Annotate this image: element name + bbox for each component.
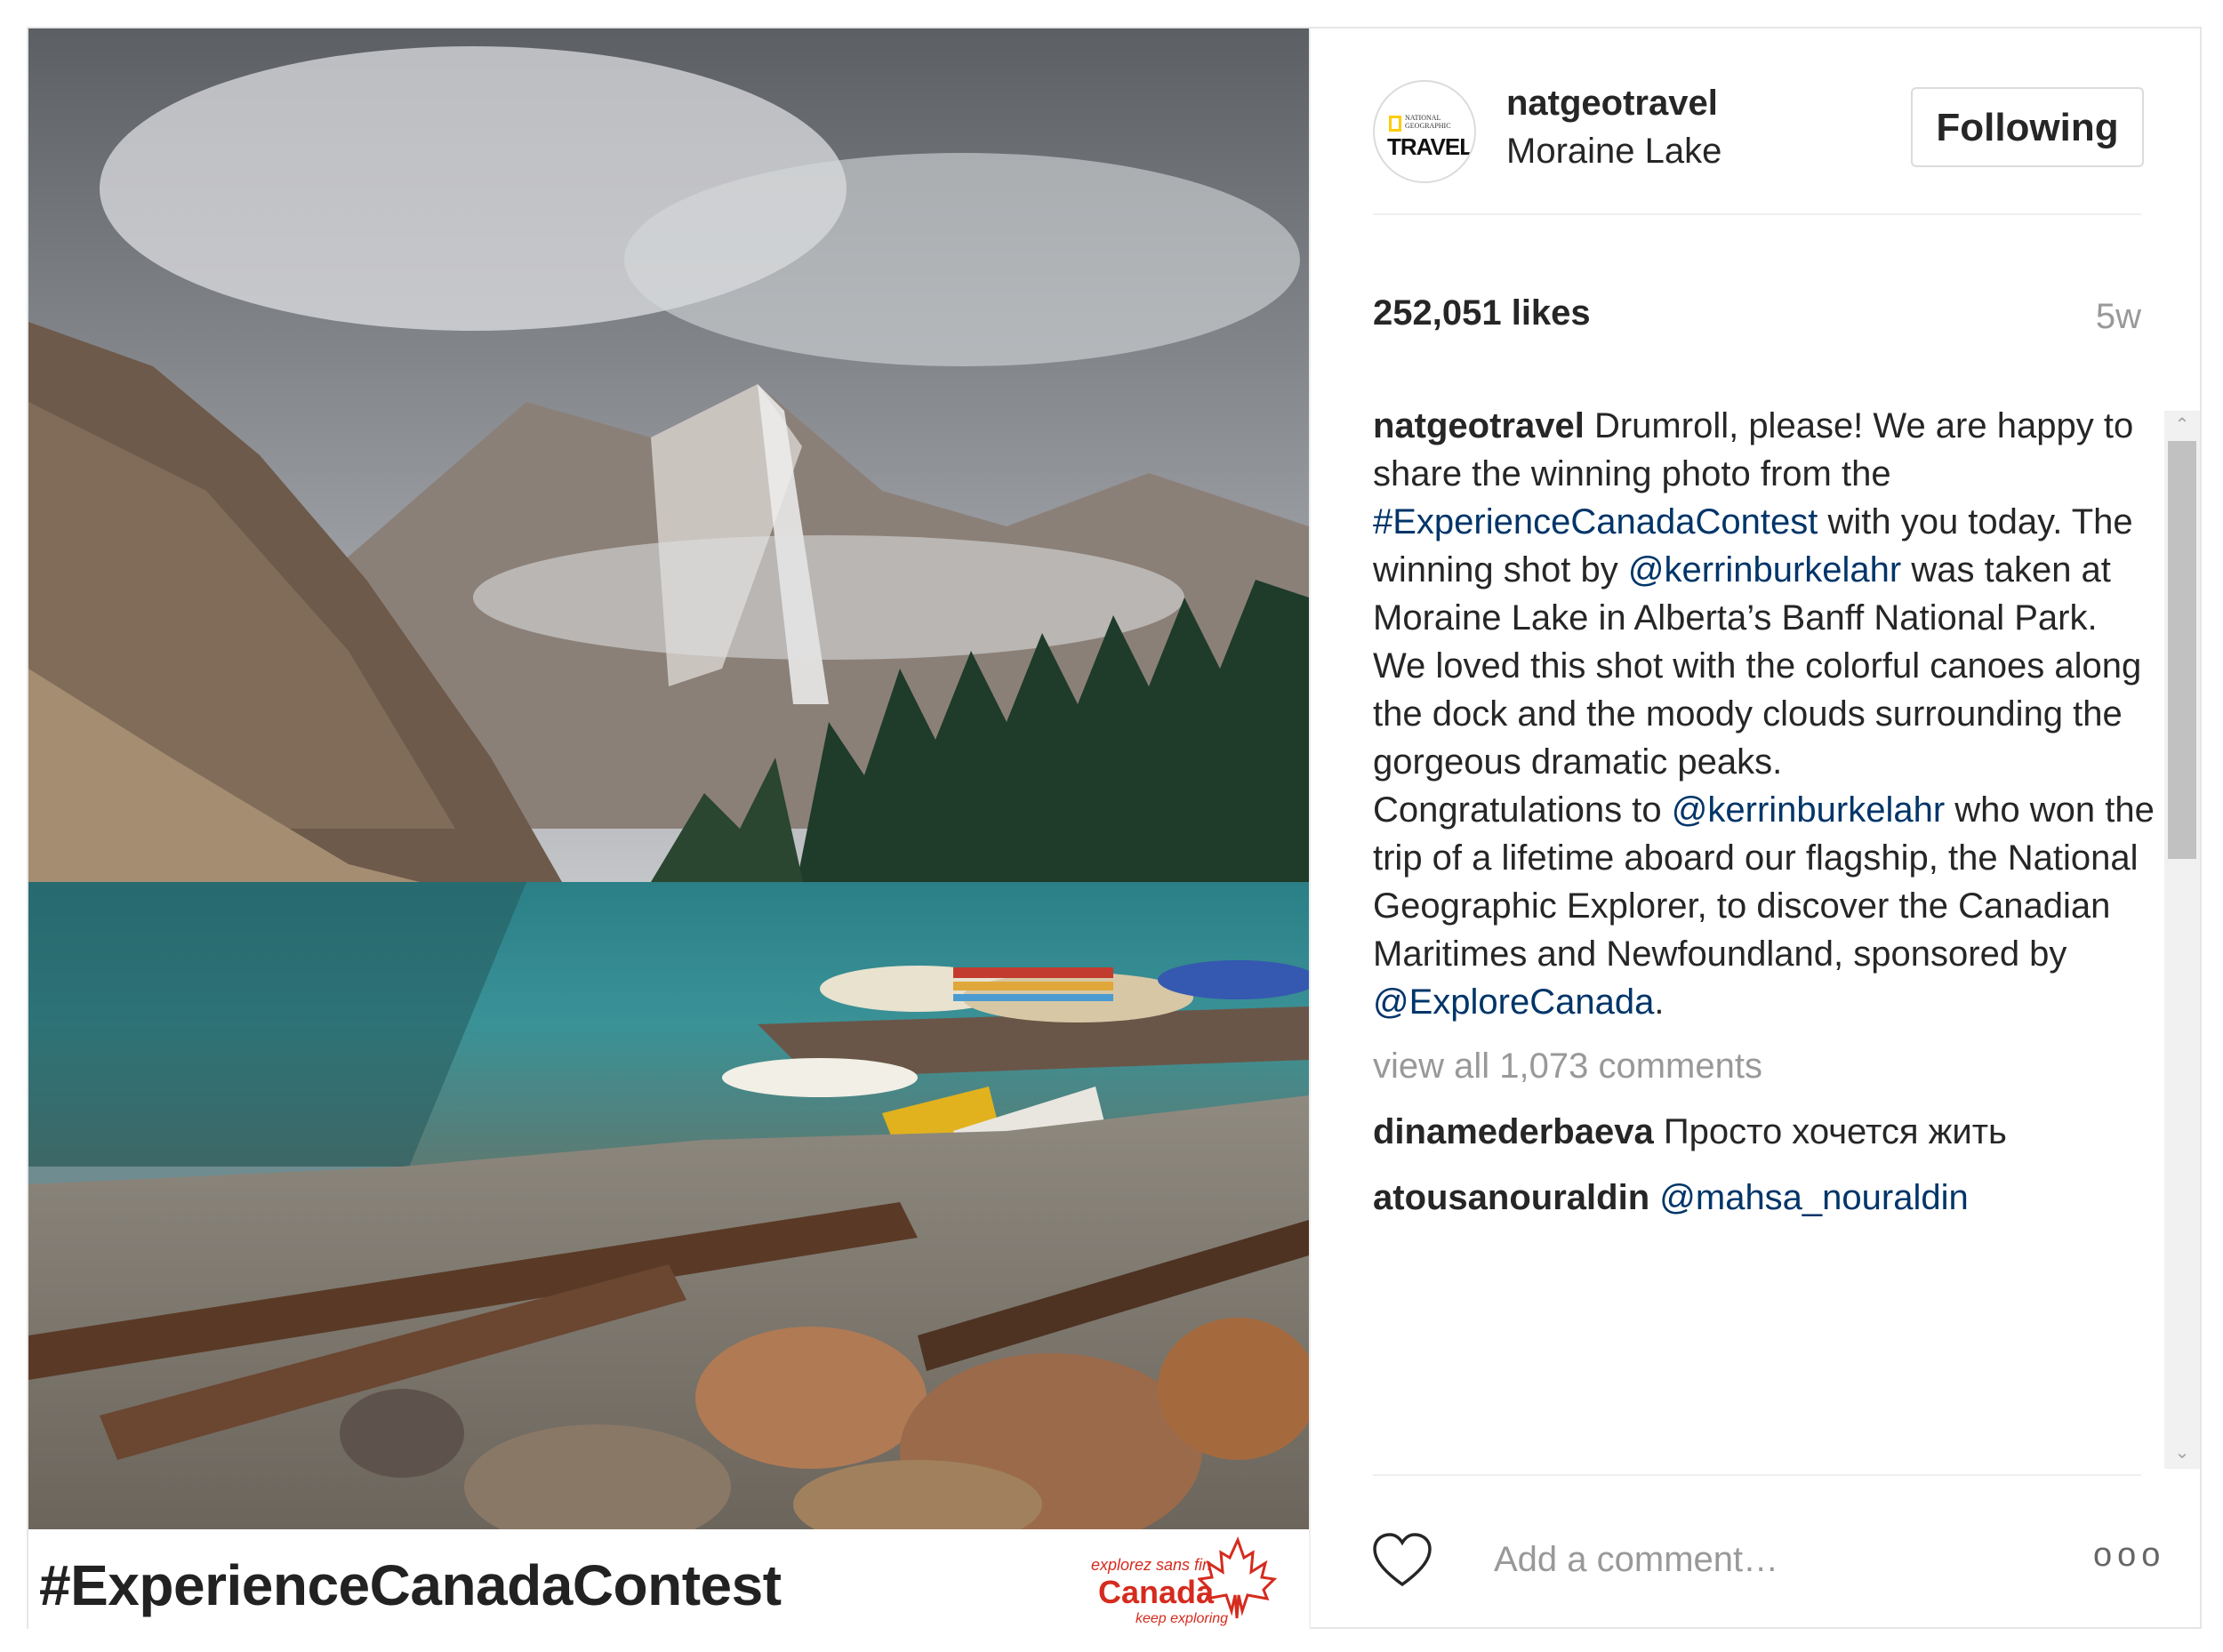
- hashtag-link[interactable]: #ExperienceCanadaContest: [1373, 502, 1818, 541]
- post-username[interactable]: natgeotravel: [1506, 84, 1718, 124]
- scrollbar-thumb[interactable]: [2168, 441, 2196, 859]
- post-caption: natgeotravel Drumroll, please! We are ha…: [1373, 402, 2155, 786]
- explore-canada-logo: explorez sans fin Canada keep exploring: [1064, 1536, 1304, 1626]
- heart-icon[interactable]: [1371, 1531, 1433, 1588]
- divider: [1373, 1474, 2141, 1476]
- post-sidebar: NATIONAL GEOGRAPHIC TRAVEL natgeotravel …: [1311, 28, 2202, 1629]
- avatar[interactable]: NATIONAL GEOGRAPHIC TRAVEL: [1373, 80, 1476, 183]
- add-comment-input[interactable]: Add a comment…: [1494, 1540, 1778, 1580]
- comment-mention-link[interactable]: @mahsa_nouraldin: [1659, 1178, 1968, 1217]
- post-header: NATIONAL GEOGRAPHIC TRAVEL natgeotravel …: [1373, 73, 2144, 215]
- post-photo[interactable]: [28, 28, 1309, 1529]
- comments-list: natgeotravel Drumroll, please! We are ha…: [1373, 402, 2155, 1460]
- natgeo-yellow-frame-icon: [1389, 116, 1401, 132]
- comment-item: atousanouraldin @mahsa_nouraldin: [1373, 1174, 2155, 1222]
- caption-username[interactable]: natgeotravel: [1373, 406, 1585, 445]
- mention-link[interactable]: @kerrinburkelahr: [1672, 790, 1945, 830]
- following-button[interactable]: Following: [1911, 87, 2144, 167]
- logo-wordmark: Canada: [1098, 1574, 1215, 1610]
- post-caption-continued: Congratulations to @kerrinburkelahr who …: [1373, 786, 2155, 1026]
- view-all-comments-link[interactable]: view all 1,073 comments: [1373, 1042, 2155, 1090]
- instagram-post: #ExperienceCanadaContest explorez sans f…: [27, 27, 2202, 1629]
- likes-count[interactable]: 252,051 likes: [1373, 293, 1591, 333]
- mention-link[interactable]: @ExploreCanada: [1373, 982, 1654, 1022]
- post-location[interactable]: Moraine Lake: [1506, 132, 1721, 172]
- scroll-down-icon[interactable]: ⌄: [2171, 1442, 2193, 1464]
- comment-username[interactable]: atousanouraldin: [1373, 1178, 1649, 1217]
- comment-text: Просто хочется жить: [1663, 1112, 2007, 1151]
- post-age[interactable]: 5w: [2084, 297, 2141, 337]
- photo-caption-strip: #ExperienceCanadaContest explorez sans f…: [28, 1529, 1309, 1629]
- more-options-button[interactable]: ooo: [2093, 1536, 2165, 1575]
- caption-text-6: .: [1654, 982, 1665, 1022]
- mention-link[interactable]: @kerrinburkelahr: [1628, 550, 1901, 589]
- photo-hashtag-banner: #ExperienceCanadaContest: [39, 1553, 782, 1617]
- moraine-lake-photo: [28, 28, 1309, 1529]
- comment-item: dinamederbaeva Просто хочется жить: [1373, 1108, 2155, 1156]
- comments-scrollbar[interactable]: ⌃ ⌄: [2164, 411, 2200, 1469]
- logo-tagline-fr: explorez sans fin: [1091, 1556, 1212, 1574]
- caption-text-4: Congratulations to: [1373, 790, 1672, 830]
- comment-username[interactable]: dinamederbaeva: [1373, 1112, 1654, 1151]
- maple-leaf-icon: [1198, 1536, 1278, 1619]
- avatar-brand-small: NATIONAL GEOGRAPHIC: [1405, 114, 1451, 130]
- post-media: #ExperienceCanadaContest explorez sans f…: [28, 28, 1311, 1629]
- avatar-brand-travel: TRAVEL: [1387, 133, 1473, 160]
- scroll-up-icon[interactable]: ⌃: [2171, 414, 2193, 436]
